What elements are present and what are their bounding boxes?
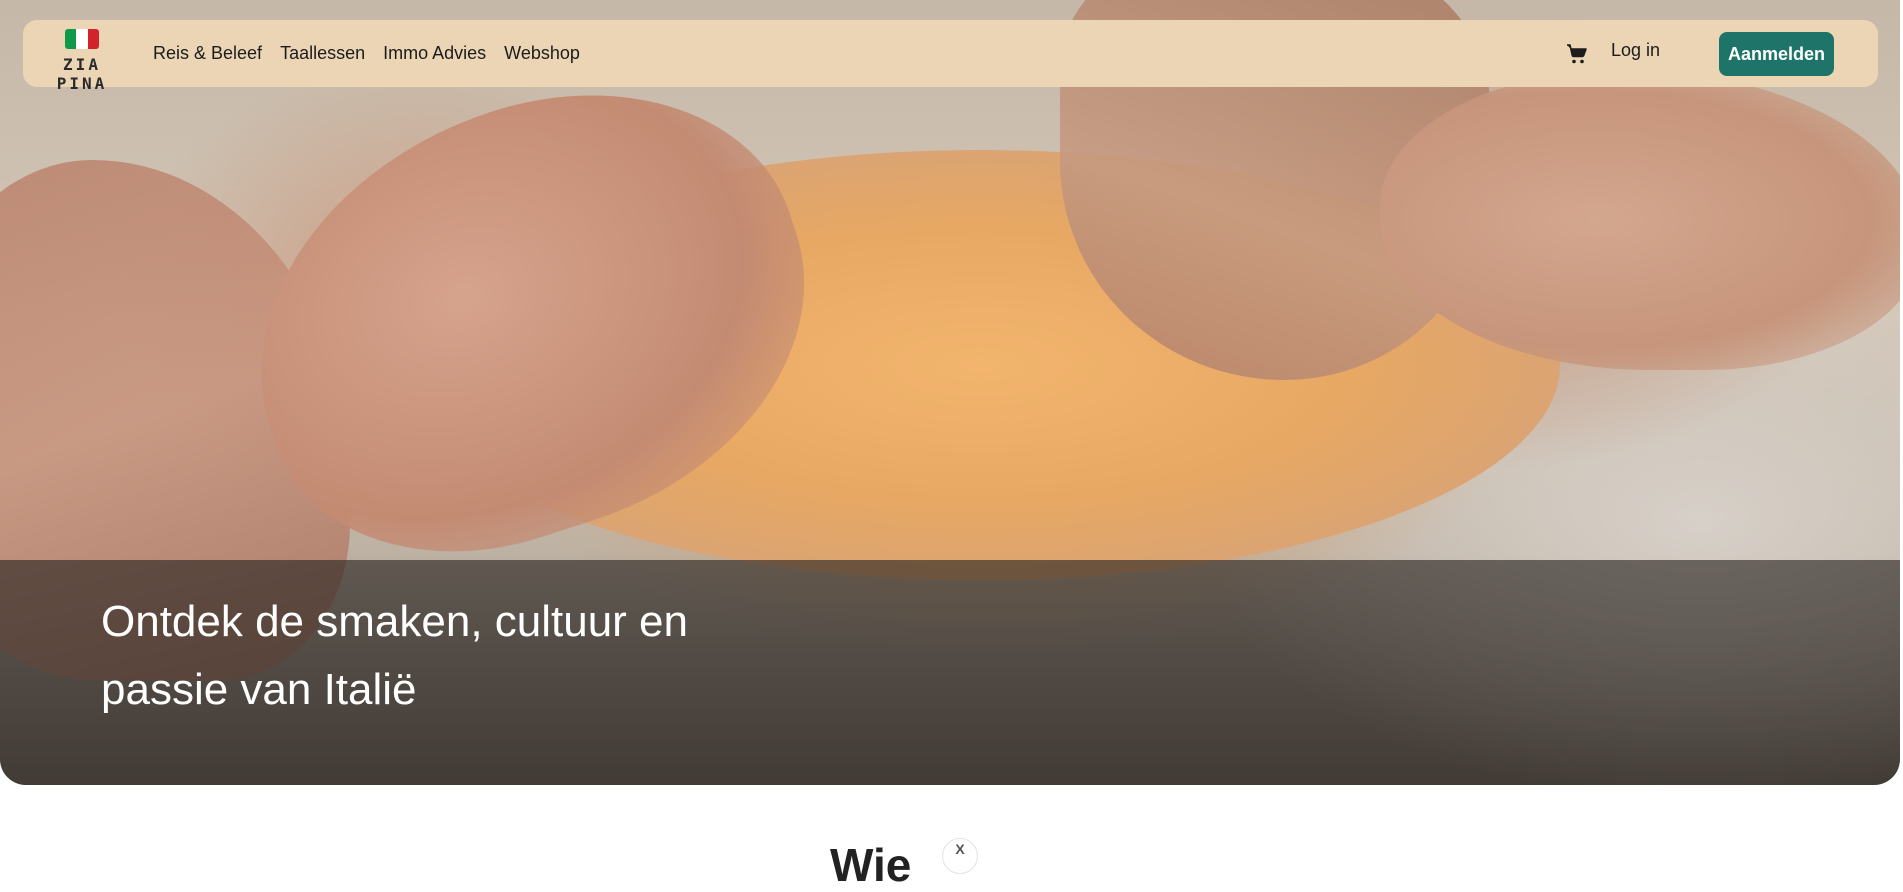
section-heading-partial: Wie bbox=[830, 839, 912, 891]
signup-button[interactable]: Aanmelden bbox=[1719, 32, 1834, 76]
italian-flag-icon bbox=[65, 29, 99, 49]
hero-image-hand-right bbox=[1380, 70, 1900, 370]
nav-link-taallessen[interactable]: Taallessen bbox=[280, 43, 365, 64]
nav-link-immo-advies[interactable]: Immo Advies bbox=[383, 43, 486, 64]
navbar: ZIA PINA Reis & Beleef Taallessen Immo A… bbox=[23, 20, 1878, 93]
logo-wordmark: ZIA PINA bbox=[56, 55, 108, 93]
hero-headline: Ontdek de smaken, cultuur en passie van … bbox=[101, 597, 688, 714]
nav-link-webshop[interactable]: Webshop bbox=[504, 43, 580, 64]
nav-links: Reis & Beleef Taallessen Immo Advies Web… bbox=[153, 20, 580, 87]
nav-link-reis-beleef[interactable]: Reis & Beleef bbox=[153, 43, 262, 64]
close-badge-icon[interactable]: X bbox=[942, 838, 978, 874]
login-link[interactable]: Log in bbox=[1611, 40, 1660, 61]
logo[interactable]: ZIA PINA bbox=[37, 29, 127, 93]
hero-section: Ontdek de smaken, cultuur en passie van … bbox=[0, 0, 1900, 785]
cart-icon[interactable] bbox=[1565, 42, 1589, 66]
